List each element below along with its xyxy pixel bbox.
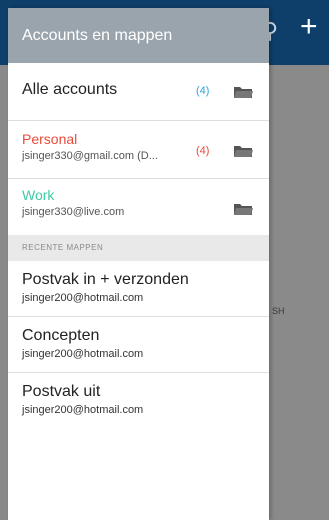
account-email: jsinger330@live.com xyxy=(22,206,125,218)
all-accounts-count-badge: (4) xyxy=(196,85,210,97)
drawer-header: Accounts en mappen xyxy=(8,8,269,63)
folder-icon xyxy=(234,204,253,215)
recent-folder-item[interactable]: Postvak in + verzonden jsinger200@hotmai… xyxy=(8,261,269,317)
folder-account-email: jsinger200@hotmail.com xyxy=(22,292,144,304)
account-item-personal[interactable]: Personal jsinger330@gmail.com (D... (4) xyxy=(8,121,269,179)
drawer-title: Accounts en mappen xyxy=(22,27,173,44)
account-name: Work xyxy=(22,187,55,203)
compose-plus-icon[interactable]: + xyxy=(300,10,318,44)
accounts-drawer: Accounts en mappen Alle accounts (4) Per… xyxy=(8,8,269,520)
recent-folder-item[interactable]: Concepten jsinger200@hotmail.com xyxy=(8,317,269,373)
account-count-badge: (4) xyxy=(196,145,210,157)
all-accounts-item[interactable]: Alle accounts (4) xyxy=(8,63,269,121)
folder-account-email: jsinger200@hotmail.com xyxy=(22,404,144,416)
folder-account-email: jsinger200@hotmail.com xyxy=(22,348,144,360)
background-text-snippet: SH xyxy=(272,306,285,316)
folder-name: Postvak uit xyxy=(22,383,101,400)
folder-name: Postvak in + verzonden xyxy=(22,271,189,288)
recent-folder-item[interactable]: Postvak uit jsinger200@hotmail.com xyxy=(8,373,269,429)
recent-folders-section-header: RECENTE MAPPEN xyxy=(8,235,269,261)
account-email: jsinger330@gmail.com (D... xyxy=(22,150,158,162)
all-accounts-label: Alle accounts xyxy=(22,81,118,98)
account-name: Personal xyxy=(22,131,78,147)
folder-icon xyxy=(234,146,253,157)
account-item-work[interactable]: Work jsinger330@live.com xyxy=(8,179,269,235)
folder-name: Concepten xyxy=(22,327,100,344)
folder-icon xyxy=(234,87,253,98)
